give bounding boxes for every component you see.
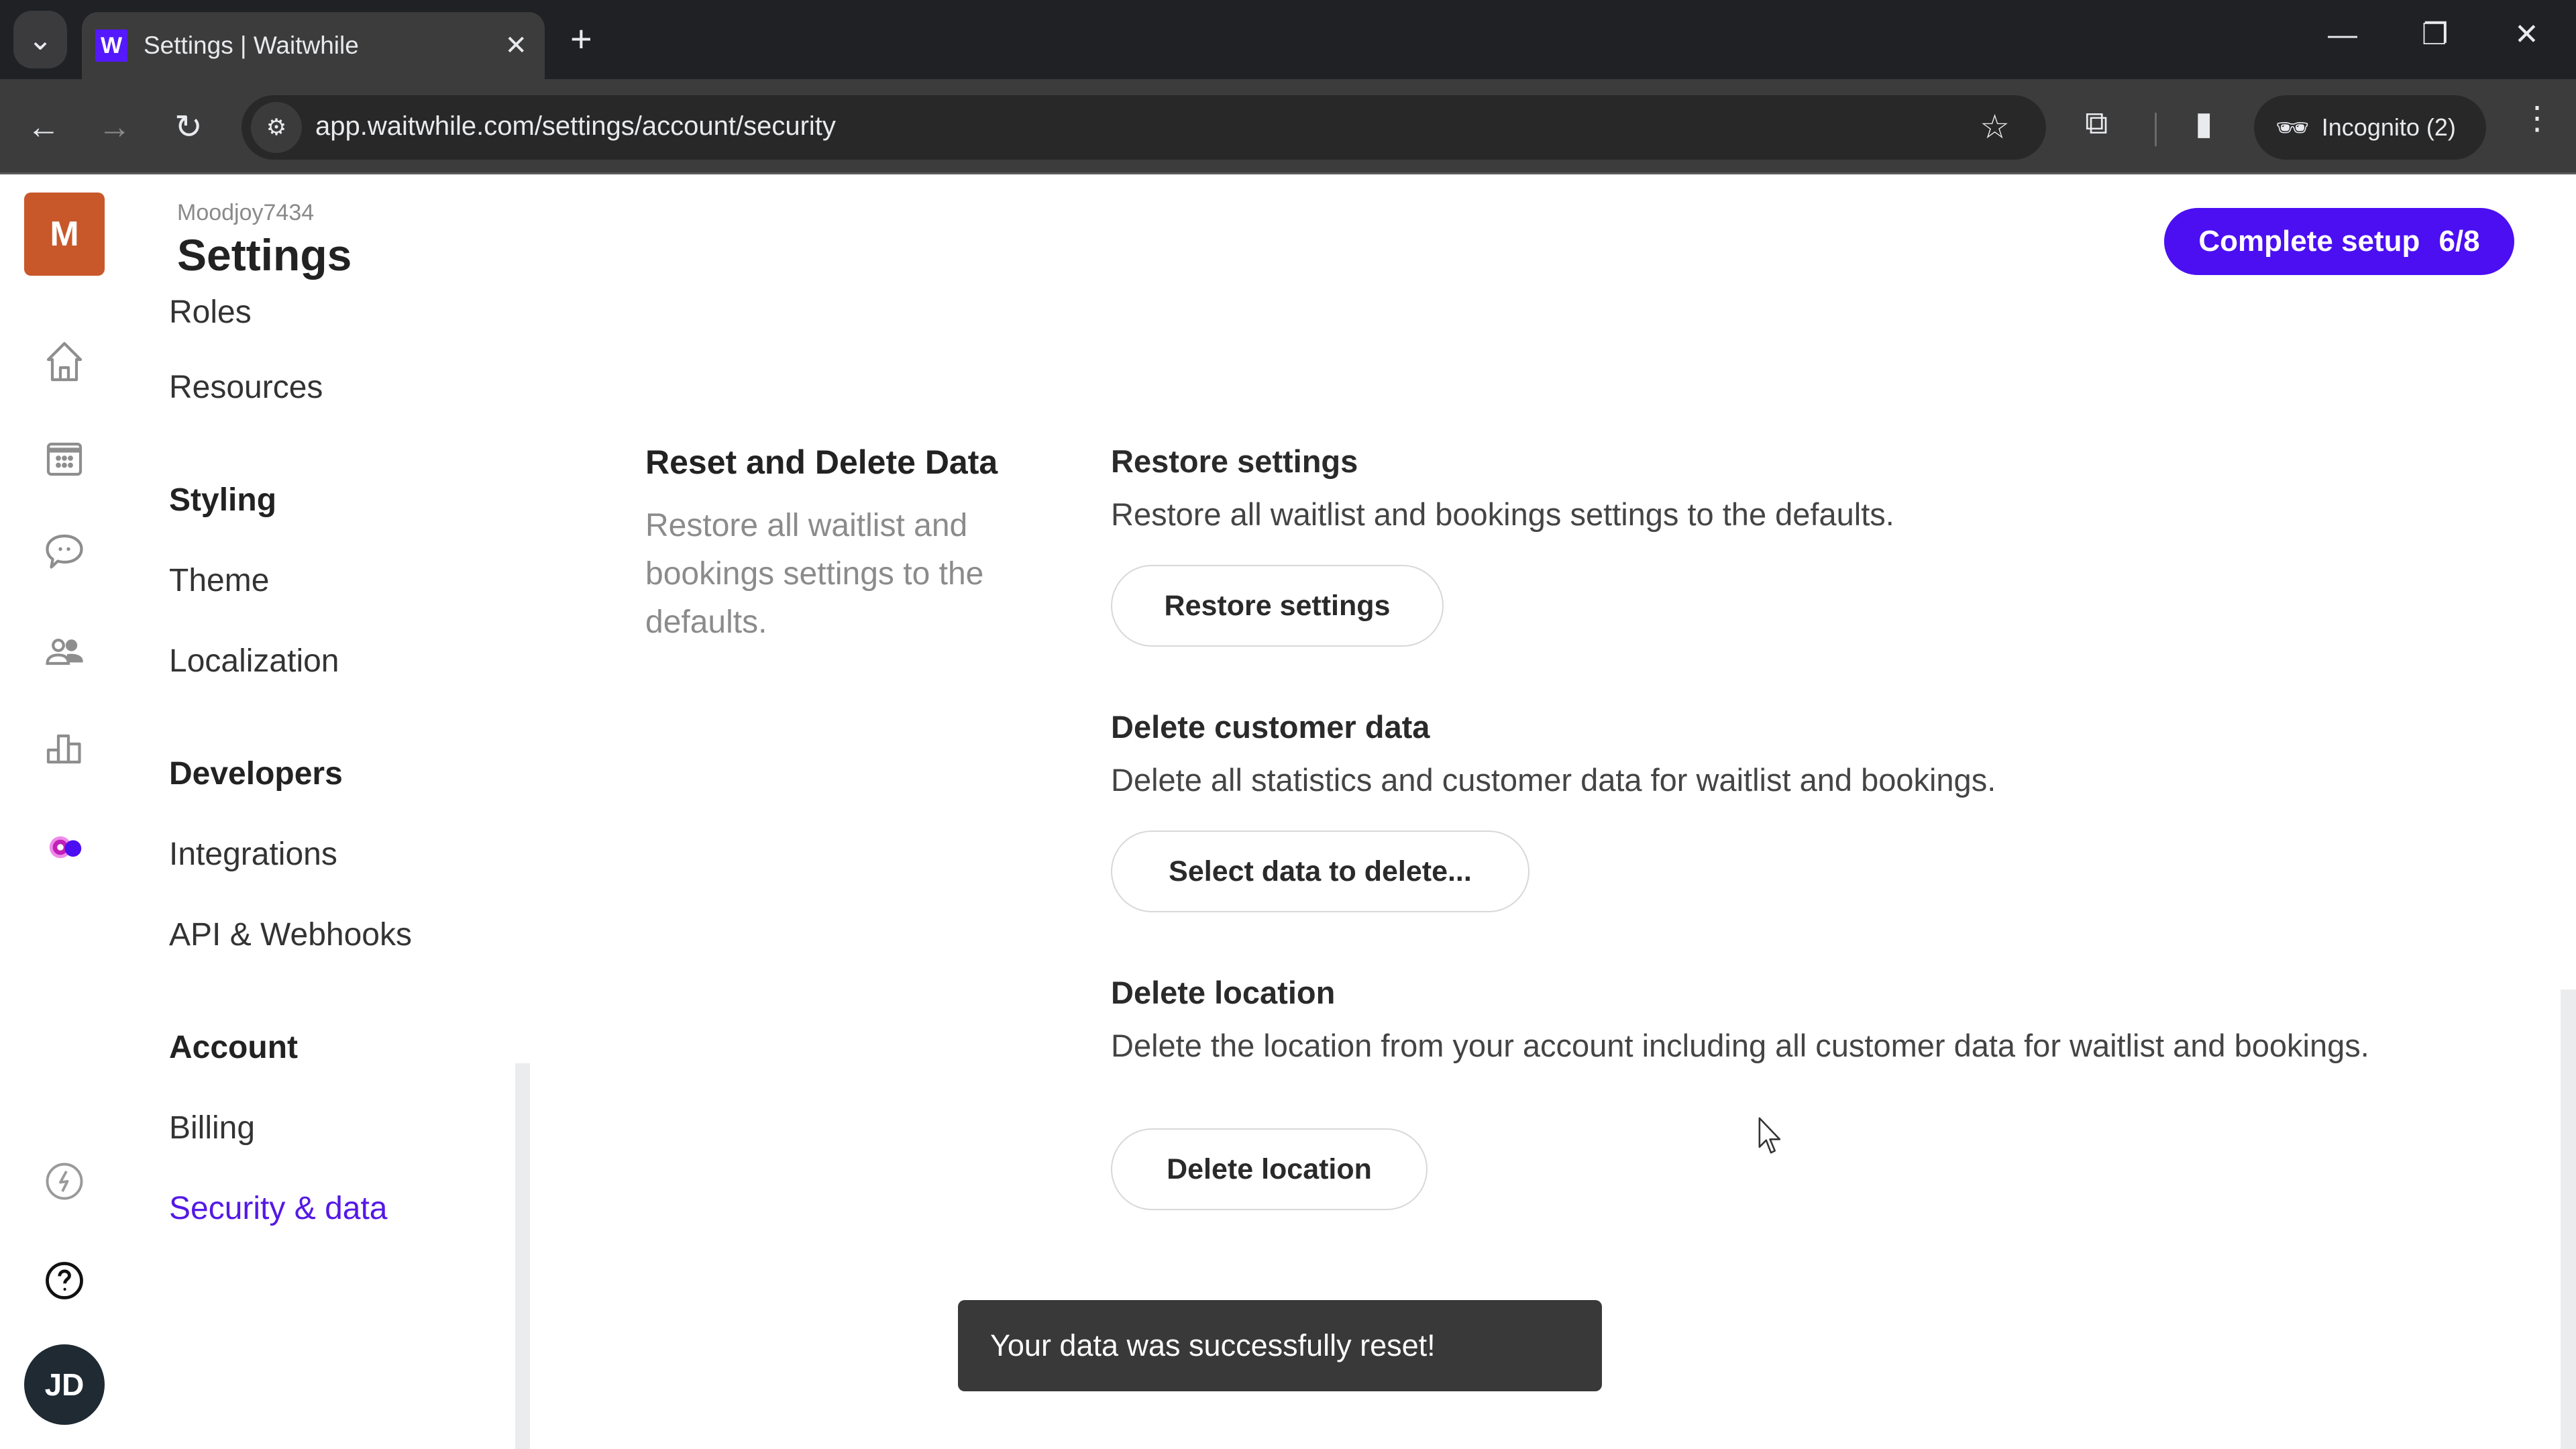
forward-button[interactable]: → [91,103,138,150]
chat-bubble-icon [46,534,83,569]
settings-nav-heading-account: Account [169,1030,298,1065]
complete-setup-button[interactable]: Complete setup 6/8 [2164,208,2514,275]
rail-item-calendar[interactable] [39,433,90,484]
rail-item-messages[interactable] [39,527,90,578]
settings-nav: Roles Resources Styling Theme Localizati… [169,288,518,1449]
help-circle-icon [46,1262,83,1299]
waitwhile-favicon-icon: W [95,30,127,62]
settings-nav-item-resources[interactable]: Resources [169,369,323,406]
restore-settings-description: Restore all waitlist and bookings settin… [1111,496,1894,532]
select-data-to-delete-button[interactable]: Select data to delete... [1111,830,1529,912]
settings-nav-heading-styling: Styling [169,482,277,518]
rail-item-settings[interactable] [39,822,90,873]
close-icon[interactable]: ✕ [504,30,527,61]
back-arrow-icon: ← [27,108,60,146]
rail-item-analytics[interactable] [39,722,90,773]
restore-icon: ❐ [2422,18,2449,51]
url-text[interactable]: app.waitwhile.com/settings/account/secur… [315,111,836,142]
star-icon[interactable]: ☆ [1980,107,2010,146]
tab-search-button[interactable]: ⌄ [13,11,67,68]
setup-progress: 6/8 [2438,225,2480,258]
lightning-icon [46,1163,83,1200]
close-window-button[interactable]: ✕ [2514,13,2539,56]
back-button[interactable]: ← [20,103,67,150]
close-icon: ✕ [2514,18,2539,51]
complete-setup-label: Complete setup [2198,225,2420,258]
page-title: Settings [177,230,352,280]
kebab-menu-icon[interactable]: ⋮ [2521,99,2553,137]
rail-item-home[interactable] [39,336,90,387]
user-avatar[interactable]: JD [24,1344,105,1425]
puzzle-icon[interactable]: ⧉ [2085,105,2108,142]
incognito-icon: 🕶 [2275,113,2310,143]
rail-item-customers[interactable] [39,626,90,677]
settings-nav-item-integrations[interactable]: Integrations [169,836,337,873]
delete-location-description: Delete the location from your account in… [1111,1028,2369,1063]
organization-name: Moodjoy7434 [177,200,315,225]
tab-title: Settings | Waitwhile [144,32,359,59]
tune-icon: ⚙ [266,115,287,140]
browser-tab-strip: ⌄ W Settings | Waitwhile ✕ + — ❐ ✕ [0,0,2576,79]
restore-settings-title: Restore settings [1111,443,1358,479]
rail-item-help[interactable] [39,1255,90,1306]
side-panel-icon[interactable]: ▮ [2195,105,2212,142]
section-title: Reset and Delete Data [645,443,998,481]
site-info-button[interactable]: ⚙ [251,102,302,153]
delete-location-button[interactable]: Delete location [1111,1128,1428,1210]
bar-chart-icon [46,734,81,764]
delete-location-title: Delete location [1111,975,1336,1010]
settings-nav-heading-developers: Developers [169,756,343,792]
incognito-label: Incognito (2) [2321,113,2456,141]
section-description: Restore all waitlist and bookings settin… [645,508,984,640]
delete-customer-data-description: Delete all statistics and customer data … [1111,762,1996,798]
rail-item-whats-new[interactable] [39,1156,90,1207]
plus-icon: + [570,17,592,60]
restore-settings-button[interactable]: Restore settings [1111,565,1444,647]
browser-tab-active[interactable]: W Settings | Waitwhile ✕ [82,12,545,79]
home-icon [46,341,83,382]
reload-button[interactable]: ↻ [165,103,212,150]
toast-message: Your data was successfully reset! [990,1328,1436,1362]
address-bar[interactable]: ⚙ app.waitwhile.com/settings/account/sec… [241,95,2046,160]
restore-button[interactable]: ❐ [2422,13,2448,56]
new-tab-button[interactable]: + [570,17,592,60]
page-scrollbar[interactable] [2561,989,2576,1449]
reload-icon: ↻ [174,108,203,146]
minimize-icon: — [2328,18,2357,51]
toolbar-divider [2155,113,2157,146]
app-rail: M JD [0,176,129,1449]
browser-toolbar: ← → ↻ ⚙ app.waitwhile.com/settings/accou… [0,79,2576,174]
forward-arrow-icon: → [98,108,131,146]
settings-nav-item-localization[interactable]: Localization [169,643,339,680]
settings-nav-item-roles[interactable]: Roles [169,294,252,331]
location-avatar[interactable]: M [24,193,105,276]
settings-toggle-icon [49,836,82,859]
settings-nav-item-api-webhooks[interactable]: API & Webhooks [169,916,412,953]
calendar-icon [46,442,83,476]
delete-customer-data-title: Delete customer data [1111,709,1430,745]
settings-nav-scrollbar[interactable] [515,1063,530,1449]
settings-nav-item-theme[interactable]: Theme [169,562,269,599]
minimize-button[interactable]: — [2328,13,2357,56]
settings-nav-item-billing[interactable]: Billing [169,1110,255,1146]
users-icon [46,639,83,665]
settings-nav-item-security-data[interactable]: Security & data [169,1190,388,1227]
incognito-indicator[interactable]: 🕶 Incognito (2) [2254,95,2486,160]
mouse-cursor-icon [1758,1117,1781,1154]
success-toast: Your data was successfully reset! [958,1300,1602,1391]
chevron-down-icon: ⌄ [28,23,53,56]
